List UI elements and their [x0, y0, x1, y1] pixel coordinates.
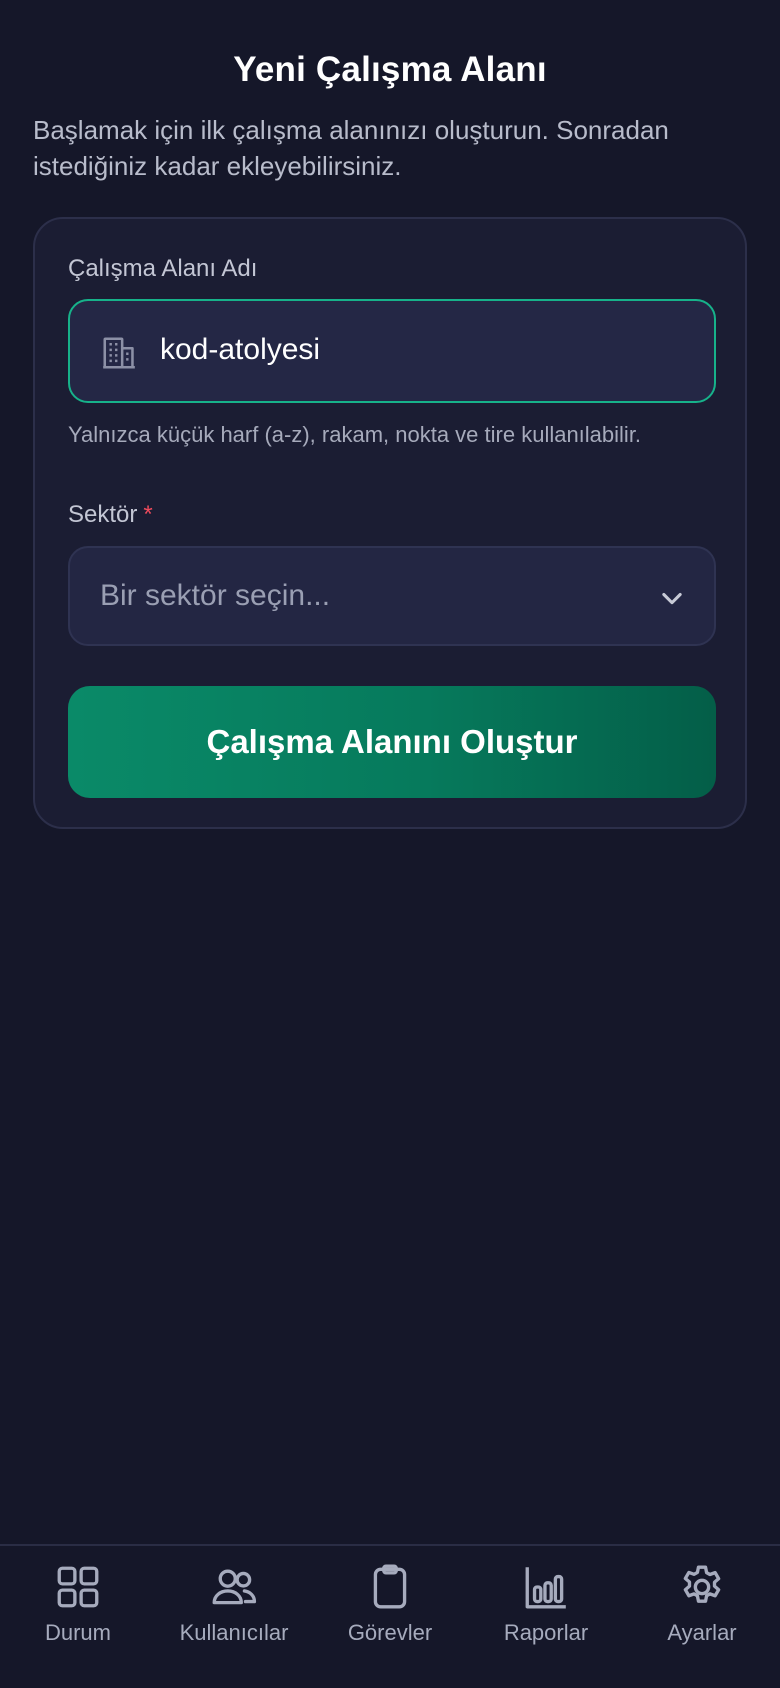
nav-label: Ayarlar — [667, 1620, 737, 1645]
workspace-name-hint: Yalnızca küçük harf (a-z), rakam, nokta … — [68, 422, 642, 447]
nav-label: Raporlar — [503, 1620, 589, 1645]
nav-item-raporlar[interactable]: Raporlar — [468, 1562, 624, 1672]
create-workspace-button[interactable]: Çalışma Alanını Oluştur — [68, 686, 716, 798]
users-icon — [212, 1569, 257, 1605]
nav-item-gorevler[interactable]: Görevler — [312, 1562, 468, 1672]
workspace-form-card: Çalışma Alanı Adı kod-atolyesi Yalnızca … — [33, 217, 747, 829]
nav-item-durum[interactable]: Durum — [0, 1562, 156, 1672]
workspace-name-value: kod-atolyesi — [160, 333, 321, 366]
nav-label: Durum — [44, 1620, 111, 1645]
sector-label-text: Sektör — [68, 501, 138, 528]
nav-item-kullanicilar[interactable]: Kullanıcılar — [156, 1562, 312, 1672]
page-title: Yeni Çalışma Alanı — [233, 50, 547, 89]
bar-chart-icon — [525, 1567, 566, 1609]
sector-select[interactable]: Bir sektör seçin... — [68, 546, 716, 646]
sector-label: Sektör * — [68, 501, 153, 529]
sector-select-placeholder: Bir sektör seçin... — [100, 579, 331, 612]
gear-icon — [683, 1565, 721, 1603]
workspace-name-input[interactable]: kod-atolyesi — [68, 299, 716, 403]
grid-icon — [57, 1566, 99, 1608]
page-subtitle: Başlamak için ilk çalışma alanınızı oluş… — [33, 115, 669, 181]
workspace-name-label: Çalışma Alanı Adı — [68, 255, 258, 282]
building-icon — [103, 337, 135, 369]
nav-label: Görevler — [347, 1620, 433, 1645]
chevron-down-icon — [662, 592, 682, 605]
page: Yeni Çalışma Alanı Başlamak için ilk çal… — [0, 0, 780, 1688]
required-mark: * — [143, 501, 153, 528]
nav-item-ayarlar[interactable]: Ayarlar — [624, 1562, 780, 1672]
clipboard-icon — [373, 1564, 407, 1609]
nav-label: Kullanıcılar — [179, 1620, 289, 1645]
bottom-nav: Durum Kullanıcılar Görevler Raporlar Aya… — [0, 1544, 780, 1688]
